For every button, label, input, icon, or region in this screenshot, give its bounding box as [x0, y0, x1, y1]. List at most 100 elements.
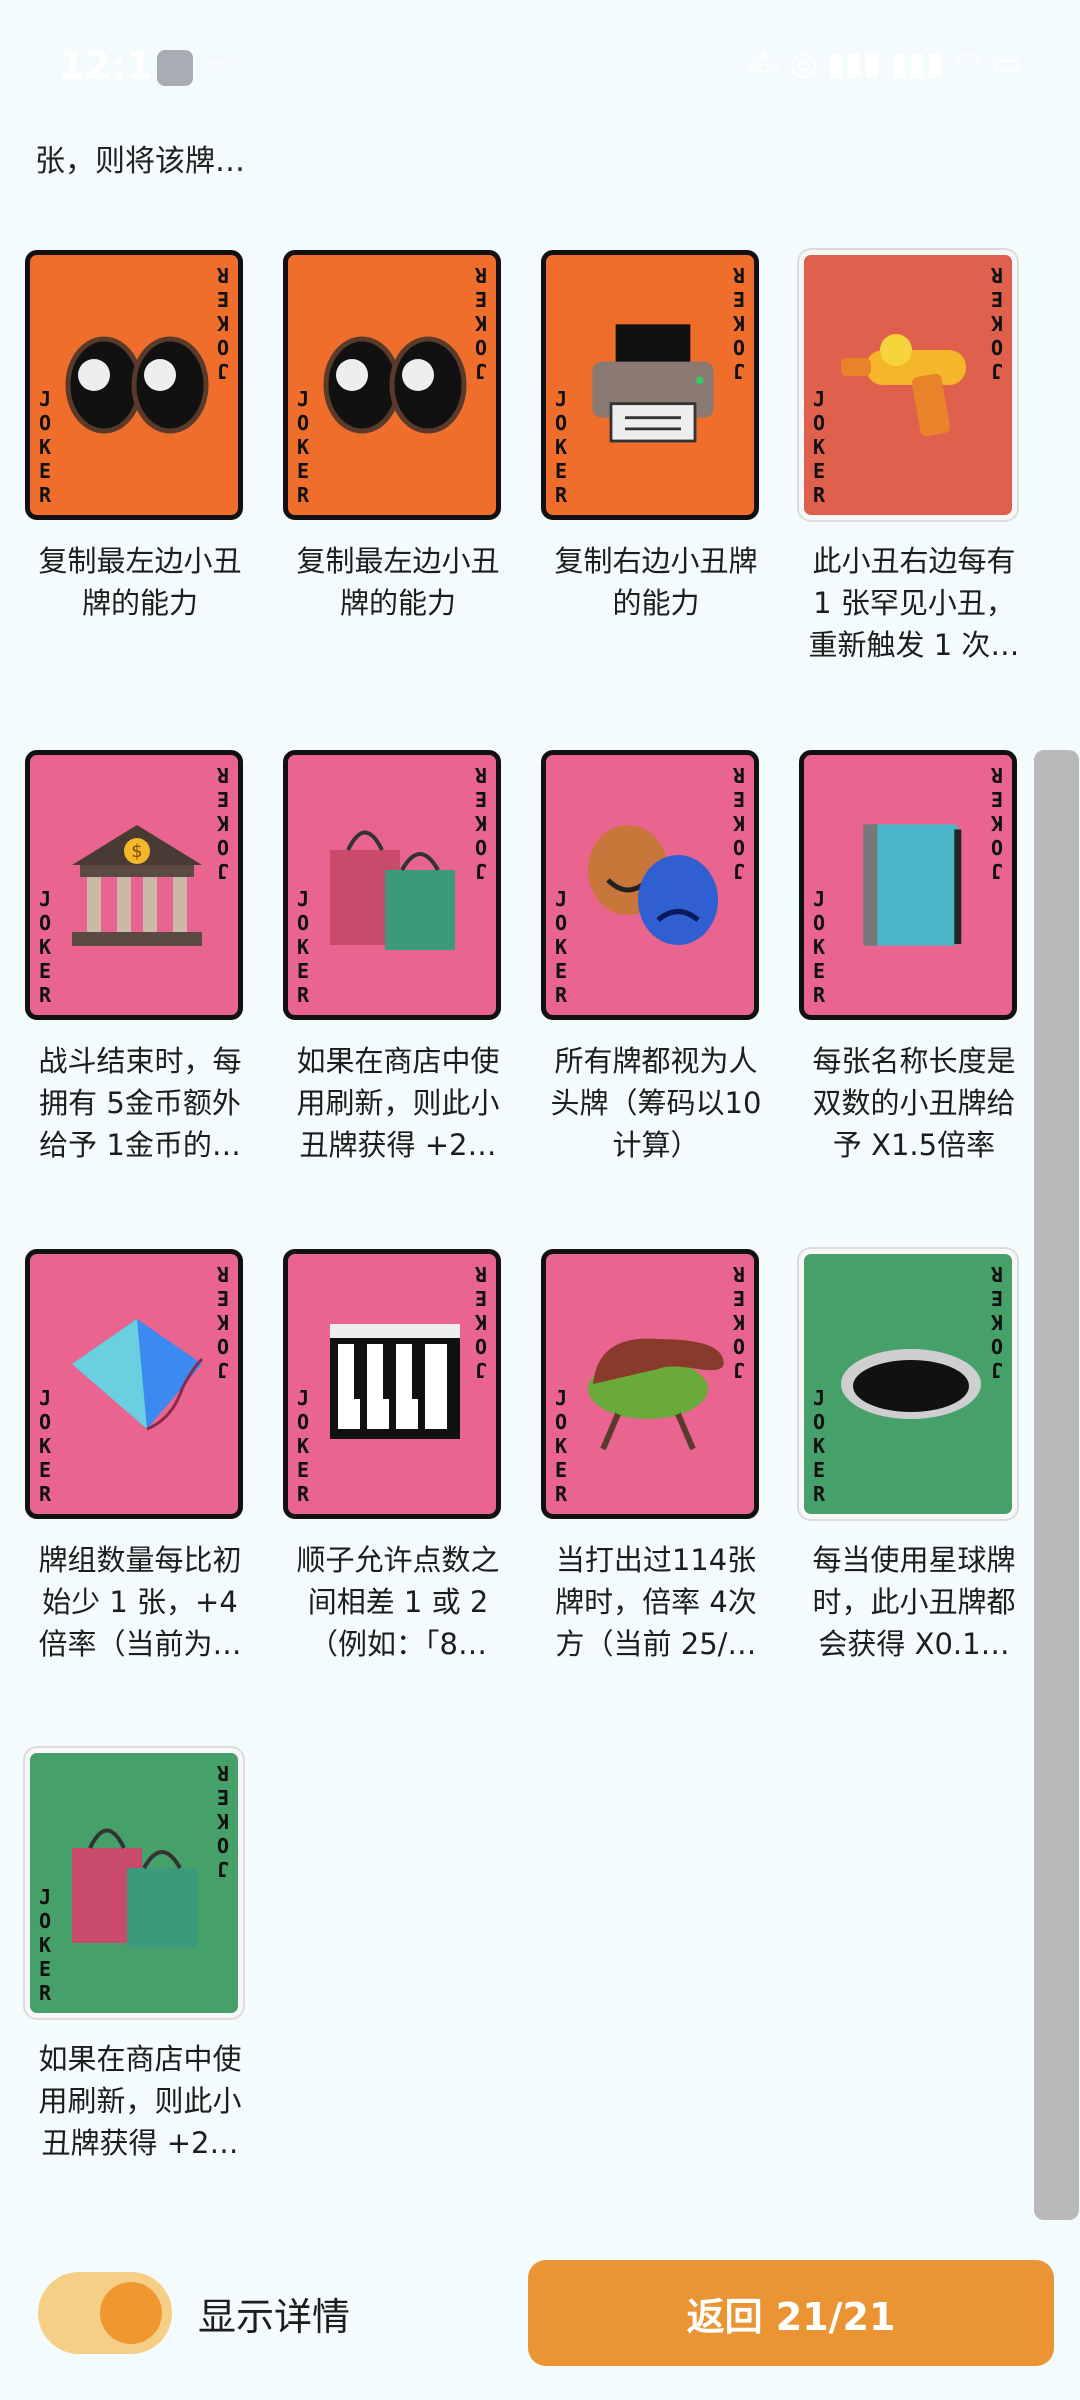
- description-line: 丑牌获得 +2…: [41, 2126, 239, 2160]
- description-line: 始少 1 张，+4: [42, 1585, 238, 1619]
- eyes-icon: [320, 295, 470, 475]
- card-description: 战斗结束时，每 拥有 5金币额外 给予 1金币的…: [25, 1040, 255, 1166]
- card-joker-label: J O K E R: [812, 1386, 826, 1506]
- card-joker-label: J O K E R: [554, 387, 568, 507]
- description-line: 战斗结束时，每: [38, 1044, 242, 1078]
- description-line: 用刷新，则此小: [38, 2084, 242, 2118]
- joker-card[interactable]: J O K E R J O K E R: [283, 1249, 501, 1519]
- hole-icon: [836, 1294, 986, 1474]
- joker-card[interactable]: J O K E R J O K E R: [283, 750, 501, 1020]
- description-line: 每当使用星球牌: [812, 1543, 1016, 1577]
- card-joker-label: J O K E R: [38, 1885, 52, 2005]
- card-joker-label-rotated: J O K E R: [216, 1262, 230, 1382]
- description-line: 会获得 X0.1…: [818, 1627, 1010, 1661]
- description-line: 如果在商店中使: [296, 1044, 500, 1078]
- scrollbar[interactable]: [1034, 750, 1079, 2220]
- card-description: 当打出过114张 牌时，倍率 4次 方（当前 25/…: [541, 1539, 771, 1665]
- card-joker-label-rotated: J O K E R: [990, 263, 1004, 383]
- description-line: 的能力: [612, 586, 700, 620]
- bank-icon: $: [62, 795, 212, 975]
- card-joker-label-rotated: J O K E R: [216, 763, 230, 883]
- description-line: 每张名称长度是: [812, 1044, 1016, 1078]
- card-joker-label-rotated: J O K E R: [990, 763, 1004, 883]
- joker-card[interactable]: J O K E R J O K E R: [283, 250, 501, 520]
- joker-card[interactable]: J O K E R J O K E R: [541, 1249, 759, 1519]
- show-details-toggle[interactable]: [38, 2272, 172, 2354]
- card-joker-label-rotated: J O K E R: [732, 763, 746, 883]
- card-joker-label: J O K E R: [38, 1386, 52, 1506]
- card-joker-label: J O K E R: [38, 887, 52, 1007]
- description-line: 给予 1金币的…: [39, 1128, 241, 1162]
- kite-icon: [62, 1294, 212, 1474]
- description-line: 如果在商店中使: [38, 2042, 242, 2076]
- description-line: 重新触发 1 次…: [808, 628, 1020, 662]
- back-button[interactable]: 返回 21/21: [528, 2260, 1054, 2366]
- description-line: 牌组数量每比初: [38, 1543, 242, 1577]
- joker-card[interactable]: J O K E R J O K E R: [799, 1249, 1017, 1519]
- description-line: 此小丑右边每有: [812, 544, 1016, 578]
- description-line: 计算）: [612, 1128, 700, 1162]
- app-notification-icon: [157, 50, 193, 86]
- description-line: 所有牌都视为人: [554, 1044, 758, 1078]
- joker-card[interactable]: J O K E R J O K E R: [541, 250, 759, 520]
- card-joker-label: J O K E R: [554, 887, 568, 1007]
- eyes-icon: [62, 295, 212, 475]
- grill-icon: [578, 1294, 728, 1474]
- status-icons: ⁂ ◎ ▮▮▮ ▮▮▮ ◠ ▭: [747, 44, 1022, 82]
- more-notifications-icon: ···: [205, 44, 238, 84]
- description-line: 头牌（筹码以10: [550, 1086, 762, 1120]
- svg-text:$: $: [131, 841, 142, 862]
- card-joker-label-rotated: J O K E R: [474, 763, 488, 883]
- card-description: 如果在商店中使 用刷新，则此小 丑牌获得 +2…: [283, 1040, 513, 1166]
- description-line: 1 张罕见小丑，: [813, 586, 1015, 620]
- description-line: 牌的能力: [339, 586, 456, 620]
- description-line: 牌的能力: [81, 586, 198, 620]
- card-joker-label-rotated: J O K E R: [732, 263, 746, 383]
- card-joker-label: J O K E R: [812, 387, 826, 507]
- description-line: 倍率（当前为…: [38, 1627, 242, 1661]
- description-line: 双数的小丑牌给: [812, 1086, 1016, 1120]
- card-joker-label-rotated: J O K E R: [216, 1761, 230, 1881]
- card-joker-label-rotated: J O K E R: [474, 263, 488, 383]
- joker-card[interactable]: J O K E R J O K E R: [799, 250, 1017, 520]
- card-description: 所有牌都视为人 头牌（筹码以10 计算）: [541, 1040, 771, 1166]
- description-line: 复制最左边小丑: [296, 544, 500, 578]
- card-description: 每张名称长度是 双数的小丑牌给予 X1.5倍率: [799, 1040, 1029, 1166]
- description-line: 拥有 5金币额外: [39, 1086, 241, 1120]
- card-joker-label-rotated: J O K E R: [216, 263, 230, 383]
- card-description: 每当使用星球牌 时，此小丑牌都 会获得 X0.1…: [799, 1539, 1029, 1665]
- description-line: 牌时，倍率 4次: [555, 1585, 757, 1619]
- card-description: 复制最左边小丑 牌的能力: [283, 540, 513, 624]
- card-joker-label: J O K E R: [296, 387, 310, 507]
- card-description: 顺子允许点数之 间相差 1 或 2 （例如：「8…: [283, 1539, 513, 1665]
- description-line: 复制最左边小丑: [38, 544, 242, 578]
- card-joker-label-rotated: J O K E R: [732, 1262, 746, 1382]
- description-line: 予 X1.5倍率: [832, 1128, 996, 1162]
- joker-card[interactable]: J O K E R J O K E R: [25, 250, 243, 520]
- show-details-label: 显示详情: [198, 2295, 351, 2339]
- card-description: 如果在商店中使 用刷新，则此小 丑牌获得 +2…: [25, 2038, 255, 2164]
- joker-card[interactable]: J O K E R J O K E R: [799, 750, 1017, 1020]
- card-description: 复制右边小丑牌 的能力: [541, 540, 771, 624]
- book-icon: [836, 795, 986, 975]
- description-line: 间相差 1 或 2: [307, 1585, 489, 1619]
- card-description: 牌组数量每比初 始少 1 张，+4 倍率（当前为…: [25, 1539, 255, 1665]
- joker-card[interactable]: $ J O K E R J O K E R: [25, 750, 243, 1020]
- bottom-bar: 显示详情 返回 21/21: [0, 2240, 1080, 2400]
- description-line: 方（当前 25/…: [555, 1627, 757, 1661]
- joker-card[interactable]: J O K E R J O K E R: [25, 1748, 243, 2018]
- description-line: 顺子允许点数之: [296, 1543, 500, 1577]
- description-line: （例如：「8…: [309, 1627, 487, 1661]
- joker-card[interactable]: J O K E R J O K E R: [541, 750, 759, 1020]
- description-line: 用刷新，则此小: [296, 1086, 500, 1120]
- card-joker-label-rotated: J O K E R: [474, 1262, 488, 1382]
- previous-card-description: 张，则将该牌…: [35, 144, 245, 179]
- shopping-bags-icon: [62, 1793, 212, 1973]
- card-description: 复制最左边小丑 牌的能力: [25, 540, 255, 624]
- card-joker-label: J O K E R: [296, 887, 310, 1007]
- toggle-knob: [100, 2282, 162, 2344]
- water-gun-icon: [836, 295, 986, 475]
- printer-icon: [578, 295, 728, 475]
- description-line: 复制右边小丑牌: [554, 544, 758, 578]
- joker-card[interactable]: J O K E R J O K E R: [25, 1249, 243, 1519]
